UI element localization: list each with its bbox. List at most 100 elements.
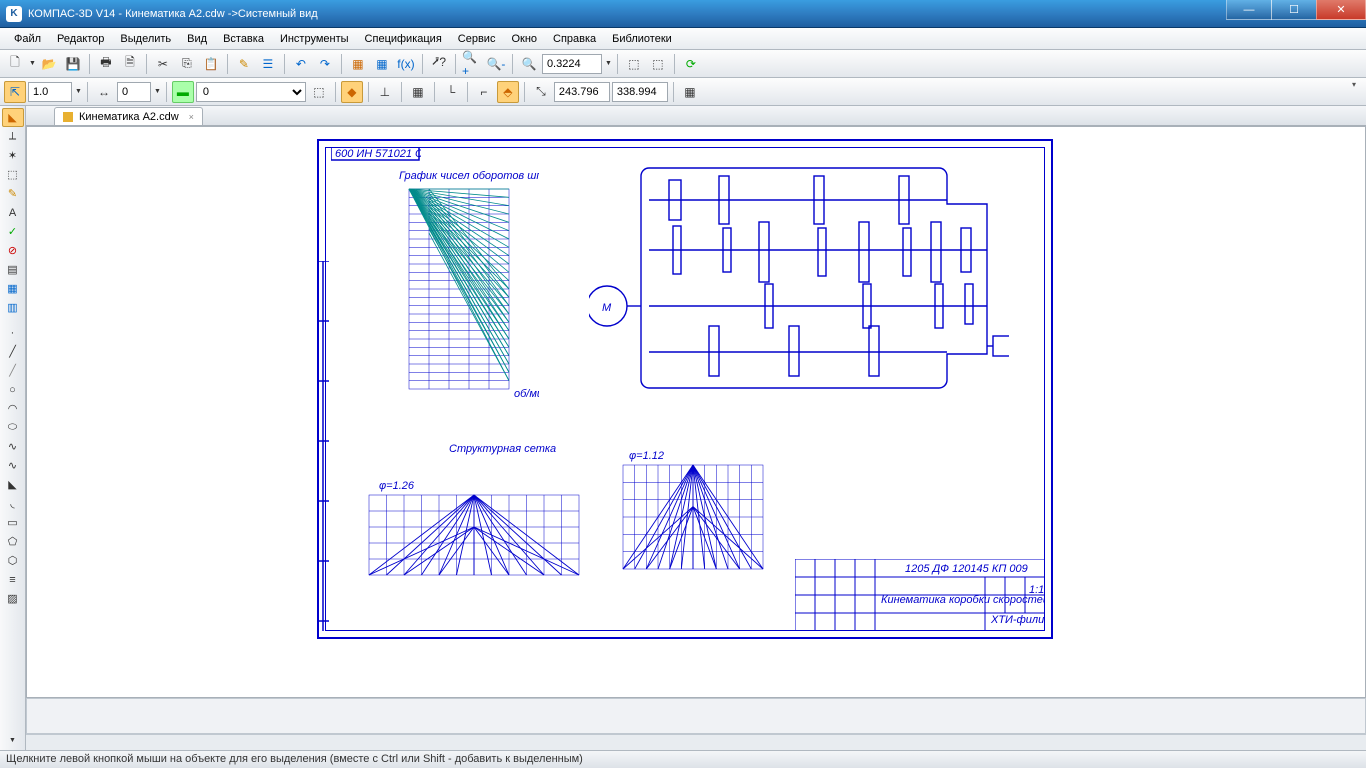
copy-button[interactable]: ⎘ — [176, 53, 198, 75]
close-button[interactable]: ✕ — [1316, 0, 1366, 20]
app-icon: K — [6, 6, 22, 22]
menu-tools[interactable]: Инструменты — [272, 31, 357, 47]
menu-libs[interactable]: Библиотеки — [604, 31, 680, 47]
menu-select[interactable]: Выделить — [112, 31, 179, 47]
layer-color-button[interactable]: ▬ — [172, 81, 194, 103]
bezier-tool[interactable]: ∿ — [2, 456, 24, 475]
misc-button[interactable]: ▦ — [679, 81, 701, 103]
document-tab[interactable]: Кинематика A2.cdw × — [54, 107, 203, 125]
perp-button[interactable]: └ — [440, 81, 462, 103]
zoom-window-button[interactable]: ⬚ — [623, 53, 645, 75]
fillet-tool[interactable]: ◟ — [2, 494, 24, 513]
refresh-button[interactable]: ⟳ — [680, 53, 702, 75]
menu-file[interactable]: Файл — [6, 31, 49, 47]
undo-button[interactable]: ↶ — [290, 53, 312, 75]
spline-tool[interactable]: ∿ — [2, 437, 24, 456]
line-tool[interactable]: ╱ — [2, 342, 24, 361]
zoom-out-button[interactable]: 🔍- — [485, 53, 507, 75]
menu-help[interactable]: Справка — [545, 31, 604, 47]
paste-button[interactable]: 📋 — [200, 53, 222, 75]
tab-close-icon[interactable]: × — [189, 112, 194, 122]
svg-text:Кинематика коробки скоростей: Кинематика коробки скоростей — [881, 594, 1045, 606]
menu-spec[interactable]: Спецификация — [357, 31, 450, 47]
properties-button[interactable]: ☰ — [257, 53, 279, 75]
circle-tool[interactable]: ○ — [2, 380, 24, 399]
point-tool[interactable]: · — [2, 323, 24, 342]
layer-select[interactable]: 0 — [196, 82, 306, 102]
notation-panel-button[interactable]: ✶ — [2, 146, 24, 165]
status-hint: Щелкните левой кнопкой мыши на объекте д… — [6, 753, 583, 765]
minimize-button[interactable]: — — [1226, 0, 1272, 20]
contour-tool[interactable]: ⬡ — [2, 551, 24, 570]
insert-panel-button[interactable]: ▥ — [2, 298, 24, 317]
param-panel-button[interactable]: ✎ — [2, 184, 24, 203]
reports-panel-button[interactable]: ▤ — [2, 260, 24, 279]
layer-manager-button[interactable]: ⬚ — [308, 81, 330, 103]
coord-y-input[interactable] — [612, 82, 668, 102]
menu-view[interactable]: Вид — [179, 31, 215, 47]
round-button[interactable]: ⌐ — [473, 81, 495, 103]
structural-net-b: φ=1.12 — [609, 451, 779, 581]
print-preview-button[interactable]: 🗎 — [119, 53, 141, 75]
toolbar-standard: 🗋▼ 📂 💾 🖶 🗎 ✂ ⎘ 📋 ✎ ☰ ↶ ↷ ▦ ▦ f(x) ⭷? 🔍+ … — [0, 50, 1366, 78]
measure-panel-button[interactable]: A — [2, 203, 24, 222]
dim-button[interactable]: ⊥ — [374, 81, 396, 103]
window-title: КОМПАС-3D V14 - Кинематика A2.cdw ->Сист… — [28, 8, 318, 20]
menu-window[interactable]: Окно — [503, 31, 545, 47]
ortho-button[interactable]: ◆ — [341, 81, 363, 103]
print-button[interactable]: 🖶 — [95, 53, 117, 75]
property-panel — [26, 698, 1366, 734]
horizontal-scrollbar[interactable] — [26, 734, 1366, 750]
redo-button[interactable]: ↷ — [314, 53, 336, 75]
drawing-sheet: 600 ИН 571021 СФУ 9021 График чисел обор… — [317, 139, 1053, 639]
svg-text:ХТИ-филиал СФУ: ХТИ-филиал СФУ — [990, 614, 1045, 626]
linewidth-input[interactable] — [28, 82, 72, 102]
open-button[interactable]: 📂 — [38, 53, 60, 75]
toolbar-current-state: ⇱ ▼ ↔ ▼ ▬ 0 ⬚ ◆ ⊥ ▦ └ ⌐ ⬘ ⤡ ▦ — [0, 78, 1366, 106]
hatch-tool[interactable]: ▨ — [2, 589, 24, 608]
offset-input[interactable] — [117, 82, 151, 102]
aux-line-tool[interactable]: ╱ — [2, 361, 24, 380]
drawing-stamp-top: 600 ИН 571021 СФУ 9021 — [335, 148, 421, 160]
document-tab-label: Кинематика A2.cdw — [79, 111, 179, 123]
maximize-button[interactable]: ☐ — [1271, 0, 1317, 20]
geometry-panel-button[interactable]: ◣ — [2, 108, 24, 127]
arc-tool[interactable]: ◠ — [2, 399, 24, 418]
polygon-tool[interactable]: ⬠ — [2, 532, 24, 551]
equid-tool[interactable]: ≡ — [2, 570, 24, 589]
new-button[interactable]: 🗋 — [4, 53, 26, 75]
dims-panel-button[interactable]: ⟂ — [2, 127, 24, 146]
menu-insert[interactable]: Вставка — [215, 31, 272, 47]
menu-editor[interactable]: Редактор — [49, 31, 112, 47]
spec-panel-button[interactable]: ⊘ — [2, 241, 24, 260]
track-button[interactable]: ⬘ — [497, 81, 519, 103]
svg-text:об/мин.: об/мин. — [514, 388, 539, 400]
scroll-down-icon[interactable]: ▼ — [2, 731, 24, 750]
manager-button[interactable]: ▦ — [347, 53, 369, 75]
zoom-input[interactable] — [542, 54, 602, 74]
edit-panel-button[interactable]: ⬚ — [2, 165, 24, 184]
chamfer-tool[interactable]: ◣ — [2, 475, 24, 494]
style-button[interactable]: ↔ — [93, 81, 115, 103]
panel-collapse-icon[interactable]: ▾ — [1352, 80, 1364, 92]
views-panel-button[interactable]: ▦ — [2, 279, 24, 298]
assoc-panel-button[interactable]: ✓ — [2, 222, 24, 241]
svg-text:φ=1.12: φ=1.12 — [629, 451, 664, 462]
zoom-fit-button[interactable]: ⬚ — [647, 53, 669, 75]
snap-button[interactable]: ⇱ — [4, 81, 26, 103]
libs-button[interactable]: ▦ — [371, 53, 393, 75]
zoom-scale-button[interactable]: 🔍 — [518, 53, 540, 75]
grid-button[interactable]: ▦ — [407, 81, 429, 103]
drawing-canvas[interactable]: 600 ИН 571021 СФУ 9021 График чисел обор… — [26, 126, 1366, 698]
ellipse-tool[interactable]: ⬭ — [2, 418, 24, 437]
cut-button[interactable]: ✂ — [152, 53, 174, 75]
menubar: Файл Редактор Выделить Вид Вставка Инстр… — [0, 28, 1366, 50]
coord-x-input[interactable] — [554, 82, 610, 102]
vars-button[interactable]: f(x) — [395, 53, 417, 75]
save-button[interactable]: 💾 — [62, 53, 84, 75]
rect-tool[interactable]: ▭ — [2, 513, 24, 532]
zoom-in-button[interactable]: 🔍+ — [461, 53, 483, 75]
menu-service[interactable]: Сервис — [450, 31, 504, 47]
brush-button[interactable]: ✎ — [233, 53, 255, 75]
help-cursor-button[interactable]: ⭷? — [428, 53, 450, 75]
